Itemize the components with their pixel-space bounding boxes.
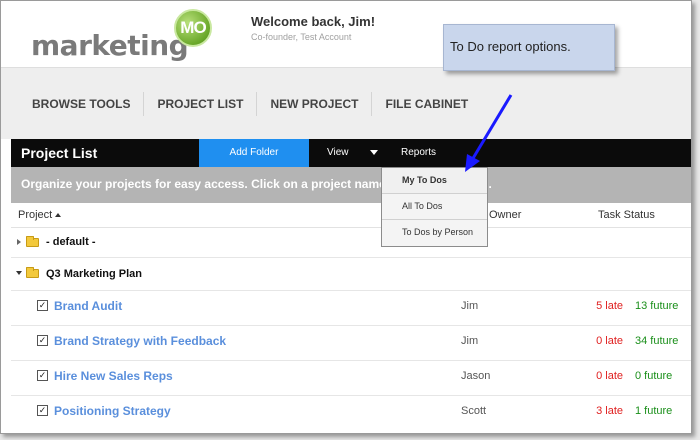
main-navigation: BROWSE TOOLS PROJECT LIST NEW PROJECT FI… <box>1 67 691 139</box>
menu-item-my-to-dos[interactable]: My To Dos <box>382 168 487 194</box>
project-link[interactable]: Hire New Sales Reps <box>54 369 173 383</box>
late-count[interactable]: 3 late <box>583 405 623 417</box>
logo-badge: MO <box>174 9 212 47</box>
table-row: ✓ Brand Audit Jim 5 late 13 future <box>11 291 691 326</box>
future-count[interactable]: 13 future <box>635 300 678 312</box>
column-header-owner[interactable]: Owner <box>489 209 521 221</box>
page-title: Project List <box>21 145 98 161</box>
folder-name: Q3 Marketing Plan <box>46 268 142 280</box>
reports-dropdown-menu: My To Dos All To Dos To Dos by Person <box>381 167 488 247</box>
table-row: ✓ Positioning Strategy Scott 3 late 1 fu… <box>11 396 691 431</box>
nav-new-project[interactable]: NEW PROJECT <box>257 92 373 116</box>
nav-browse-tools[interactable]: BROWSE TOOLS <box>19 92 145 116</box>
menu-item-all-to-dos[interactable]: All To Dos <box>382 194 487 220</box>
expand-triangle-icon[interactable] <box>17 239 21 245</box>
info-banner: Organize your projects for easy access. … <box>11 167 691 203</box>
checkbox-icon[interactable]: ✓ <box>37 300 48 311</box>
reports-menu-button[interactable]: Reports <box>401 139 436 167</box>
column-header-project[interactable]: Project <box>18 209 62 221</box>
project-owner: Jason <box>461 370 491 382</box>
project-link[interactable]: Brand Audit <box>54 299 122 313</box>
project-owner: Jim <box>461 300 479 312</box>
folder-name: - default - <box>46 236 96 248</box>
folder-icon <box>26 267 39 278</box>
logo-text: marketing <box>31 29 189 62</box>
project-list-toolbar: Project List Add Folder View Reports <box>11 139 691 167</box>
checkbox-icon[interactable]: ✓ <box>37 335 48 346</box>
welcome-message: Welcome back, Jim! <box>251 14 376 29</box>
column-header-task-status[interactable]: Task Status <box>598 209 655 221</box>
late-count[interactable]: 0 late <box>583 335 623 347</box>
table-row: ✓ Hire New Sales Reps Jason 0 late 0 fut… <box>11 361 691 396</box>
checkbox-icon[interactable]: ✓ <box>37 405 48 416</box>
project-link[interactable]: Brand Strategy with Feedback <box>54 334 226 348</box>
add-folder-button[interactable]: Add Folder <box>199 139 309 167</box>
nav-project-list[interactable]: PROJECT LIST <box>144 92 258 116</box>
future-count[interactable]: 34 future <box>635 335 678 347</box>
sort-ascending-icon <box>55 213 62 218</box>
project-owner: Jim <box>461 335 479 347</box>
table-row: ✓ Brand Strategy with Feedback Jim 0 lat… <box>11 326 691 361</box>
late-count[interactable]: 5 late <box>583 300 623 312</box>
project-owner: Scott <box>461 405 487 417</box>
folder-row-q3-marketing-plan[interactable]: Q3 Marketing Plan <box>11 258 691 291</box>
folder-row-default[interactable]: - default - <box>11 229 691 258</box>
view-menu-button[interactable]: View <box>327 139 349 167</box>
folder-icon <box>26 236 39 247</box>
menu-item-to-dos-by-person[interactable]: To Dos by Person <box>382 220 487 246</box>
future-count[interactable]: 0 future <box>635 370 672 382</box>
project-link[interactable]: Positioning Strategy <box>54 404 171 418</box>
nav-file-cabinet[interactable]: FILE CABINET <box>372 92 481 116</box>
collapse-triangle-icon[interactable] <box>16 271 22 275</box>
account-subtitle: Co-founder, Test Account <box>251 32 352 42</box>
future-count[interactable]: 1 future <box>635 405 672 417</box>
table-header: Project Owner Task Status <box>11 206 691 228</box>
annotation-callout: To Do report options. <box>443 24 615 71</box>
checkbox-icon[interactable]: ✓ <box>37 370 48 381</box>
dropdown-arrow-icon[interactable] <box>370 150 378 155</box>
late-count[interactable]: 0 late <box>583 370 623 382</box>
